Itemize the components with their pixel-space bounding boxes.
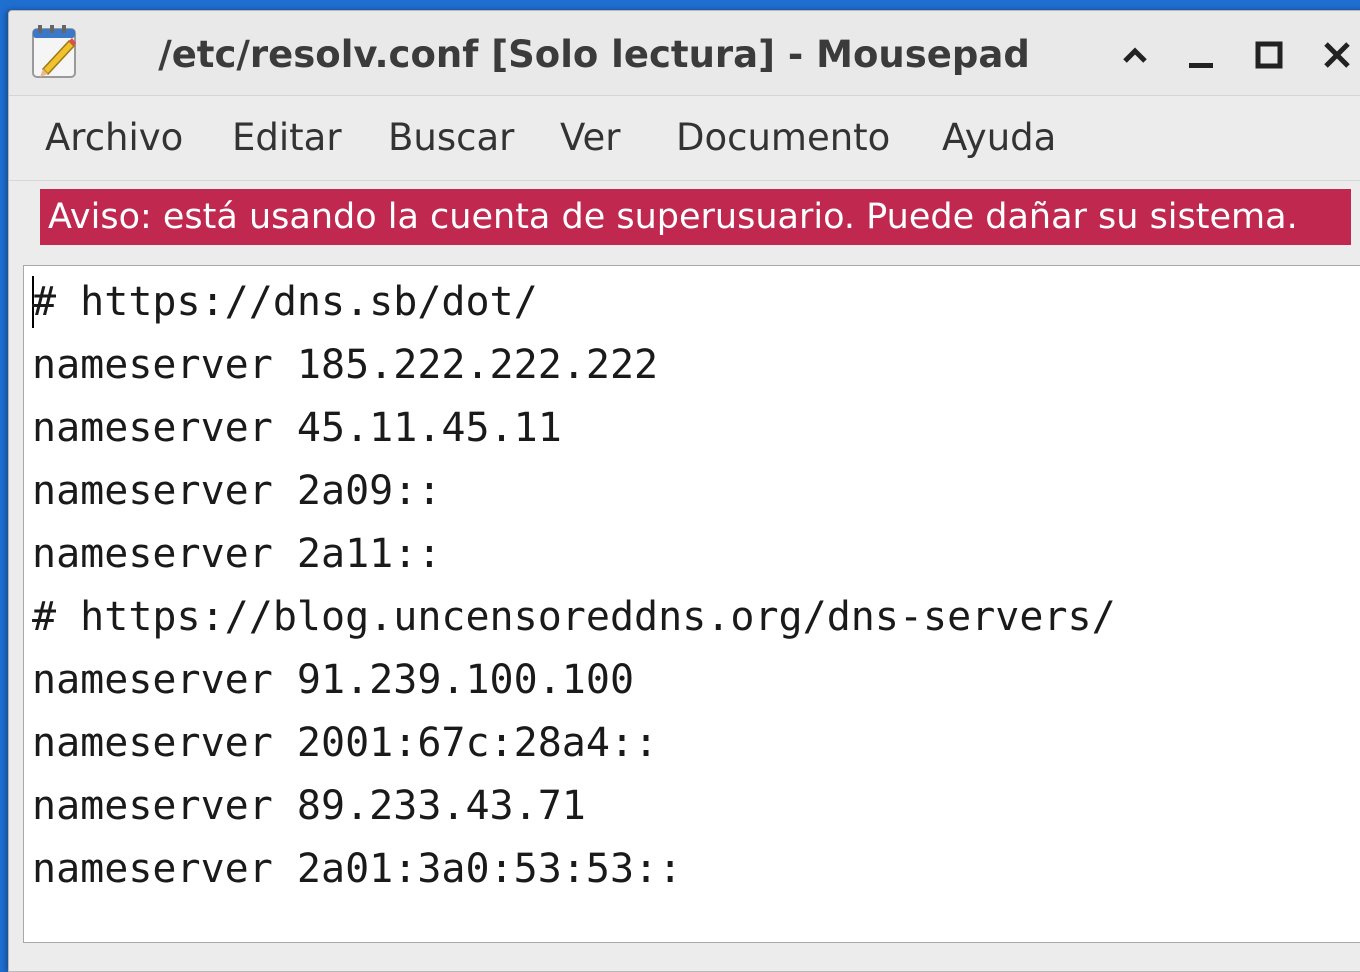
menu-bar: Archivo Editar Buscar Ver Documento Ayud…	[9, 96, 1360, 181]
menu-ver[interactable]: Ver	[560, 116, 620, 159]
superuser-warning-banner: Aviso: está usando la cuenta de superusu…	[40, 189, 1351, 245]
menu-editar[interactable]: Editar	[232, 116, 342, 159]
editor-line[interactable]: nameserver 2a11::	[32, 530, 441, 578]
editor-line[interactable]: # https://dns.sb/dot/	[32, 278, 538, 326]
editor-line[interactable]: nameserver 45.11.45.11	[32, 404, 562, 452]
editor-line[interactable]: nameserver 2a09::	[32, 467, 441, 515]
menu-ayuda[interactable]: Ayuda	[942, 116, 1056, 159]
close-icon[interactable]	[1317, 35, 1357, 75]
menu-documento[interactable]: Documento	[676, 116, 890, 159]
warning-area: Aviso: está usando la cuenta de superusu…	[9, 181, 1360, 257]
editor-line[interactable]: nameserver 185.222.222.222	[32, 341, 658, 389]
title-bar[interactable]: /etc/resolv.conf [Solo lectura] - Mousep…	[9, 11, 1360, 96]
window-title: /etc/resolv.conf [Solo lectura] - Mousep…	[158, 33, 1030, 76]
mousepad-window: /etc/resolv.conf [Solo lectura] - Mousep…	[8, 10, 1360, 972]
text-editor[interactable]: # https://dns.sb/dot/ nameserver 185.222…	[23, 265, 1360, 943]
maximize-icon[interactable]	[1249, 35, 1289, 75]
shade-icon[interactable]	[1115, 35, 1155, 75]
editor-line[interactable]: nameserver 2a01:3a0:53:53::	[32, 845, 682, 893]
editor-line[interactable]: # https://blog.uncensoreddns.org/dns-ser…	[32, 593, 1116, 641]
minimize-icon[interactable]	[1181, 35, 1221, 75]
menu-archivo[interactable]: Archivo	[45, 116, 183, 159]
editor-line[interactable]: nameserver 2001:67c:28a4::	[32, 719, 658, 767]
editor-line[interactable]: nameserver 91.239.100.100	[32, 656, 634, 704]
menu-buscar[interactable]: Buscar	[388, 116, 514, 159]
editor-line[interactable]: nameserver 89.233.43.71	[32, 782, 586, 830]
